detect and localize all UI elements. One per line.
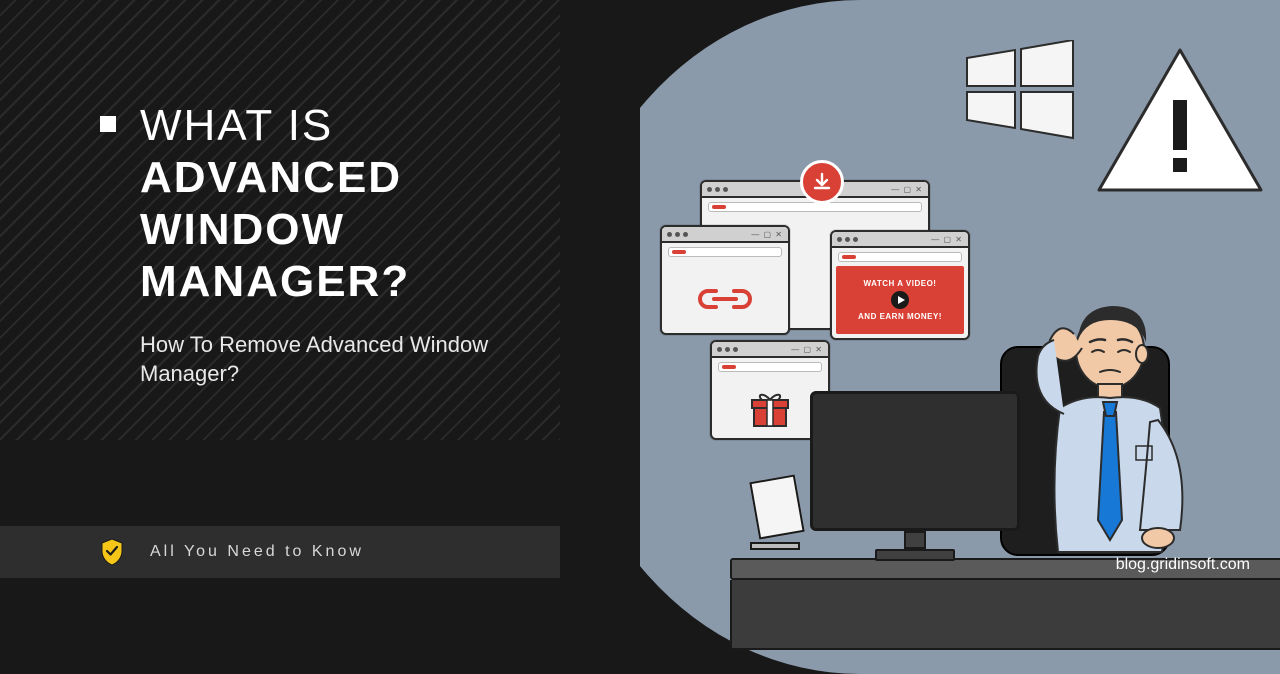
window-traffic-lights-icon [667,232,688,237]
stand-paper [749,474,804,539]
title-line-2: ADVANCED [140,152,520,204]
title-line-3: WINDOW [140,204,520,256]
document-stand [750,478,804,558]
popup-address-bar [718,362,822,372]
link-chain-icon [698,285,752,313]
window-controls-icon: — ▢ ✕ [891,185,923,194]
play-icon [891,291,909,309]
heading-block: WHAT IS ADVANCED WINDOW MANAGER? How To … [100,100,520,389]
title-line-4: MANAGER? [140,256,520,308]
popup-address-bar [668,247,782,257]
window-traffic-lights-icon [837,237,858,242]
gift-icon [750,390,790,428]
bottom-bar-text: All You Need to Know [150,543,364,561]
frustrated-person [990,290,1220,590]
popup-titlebar: — ▢ ✕ [712,342,828,358]
popup-address-bar [708,202,922,212]
hero-banner: WHAT IS ADVANCED WINDOW MANAGER? How To … [0,0,1280,674]
popup-link-body [662,261,788,337]
exclamation-triangle-icon [1095,46,1265,196]
window-controls-icon: — ▢ ✕ [751,230,783,239]
popup-video: — ▢ ✕ WATCH A VIDEO! AND EARN MONEY! [830,230,970,340]
download-badge [800,160,844,204]
window-traffic-lights-icon [707,187,728,192]
windows-logo-icon [965,40,1075,140]
popup-address-bar [838,252,962,262]
window-controls-icon: — ▢ ✕ [791,345,823,354]
illustration-layer: — ▢ ✕ — ▢ ✕ [560,0,1280,674]
popup-titlebar: — ▢ ✕ [832,232,968,248]
shield-check-icon [100,538,124,566]
bottom-tag-bar: All You Need to Know [0,526,560,578]
title-line-1: WHAT IS [140,101,333,150]
popup-video-body: WATCH A VIDEO! AND EARN MONEY! [836,266,964,334]
desk-front [730,580,1280,650]
window-traffic-lights-icon [717,347,738,352]
image-credit: blog.gridinsoft.com [1116,556,1250,574]
popup-link: — ▢ ✕ [660,225,790,335]
window-controls-icon: — ▢ ✕ [931,235,963,244]
popup-titlebar: — ▢ ✕ [662,227,788,243]
monitor-base [875,549,955,561]
main-title: WHAT IS ADVANCED WINDOW MANAGER? [140,100,520,308]
monitor [810,391,1020,566]
monitor-screen [810,391,1020,531]
video-line-1: WATCH A VIDEO! [864,279,937,288]
stand-base [750,542,800,550]
video-line-2: AND EARN MONEY! [858,312,942,321]
monitor-neck [904,531,926,549]
subtitle: How To Remove Advanced Window Manager? [140,330,520,389]
download-icon [811,171,833,193]
